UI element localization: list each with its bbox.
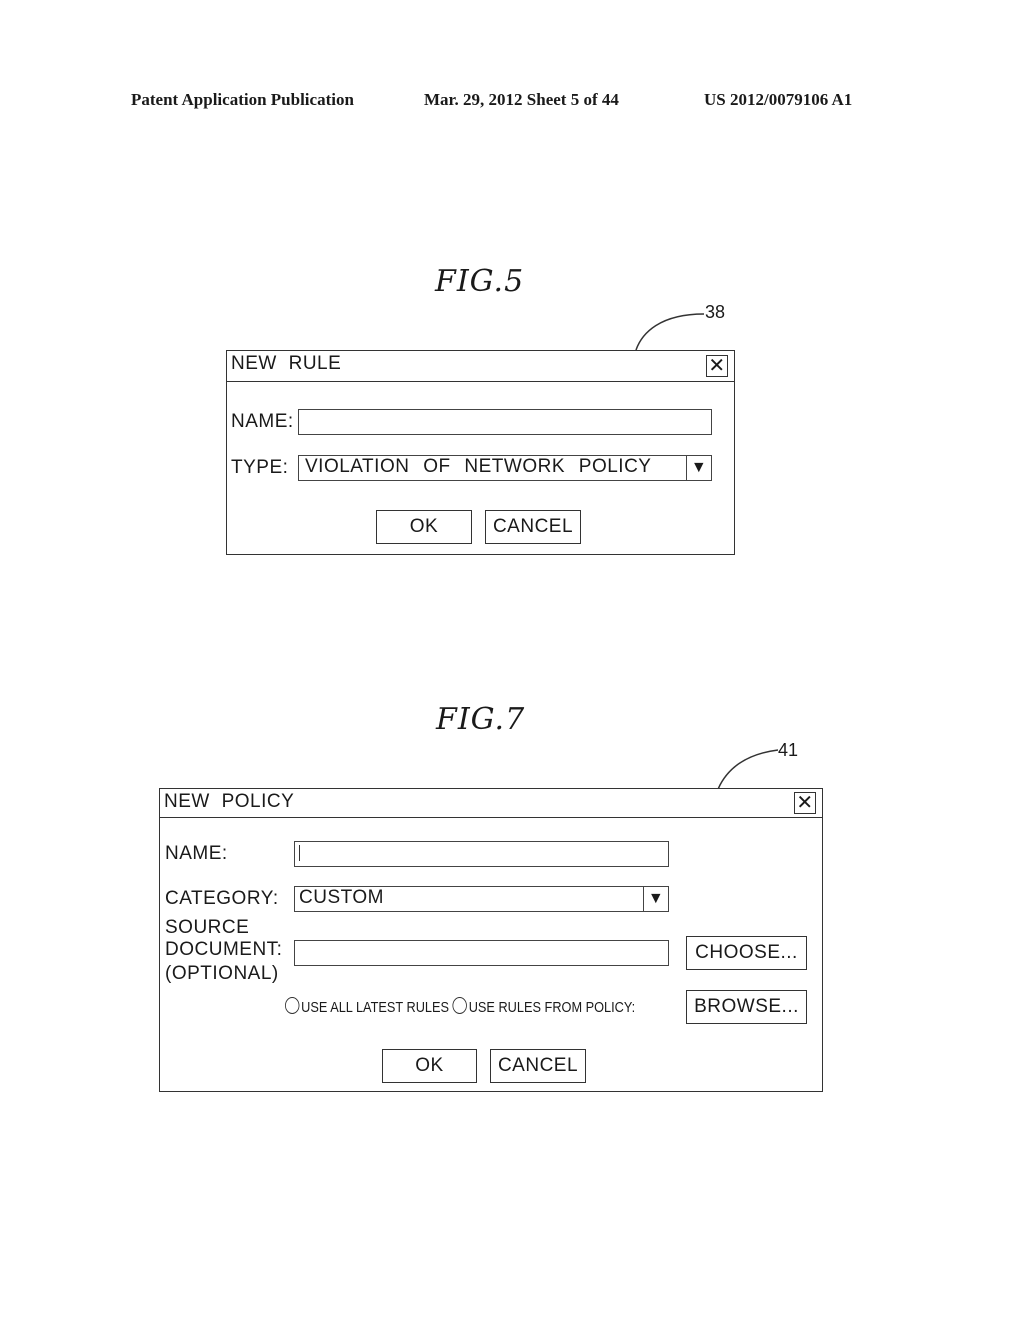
chevron-down-icon[interactable]: ▼ (643, 887, 668, 911)
dialog-titlebar: NEW RULE ✕ (227, 351, 734, 382)
category-selected-value: CUSTOM (299, 887, 384, 908)
choose-button[interactable]: CHOOSE... (686, 936, 807, 970)
name-label: NAME: (165, 843, 228, 864)
publication-number: US 2012/0079106 A1 (704, 90, 853, 109)
cancel-button[interactable]: CANCEL (490, 1049, 586, 1083)
radio-use-all-latest-rules[interactable] (285, 997, 300, 1014)
radio-use-rules-from-policy[interactable] (452, 997, 468, 1014)
dialog-titlebar: NEW POLICY ✕ (160, 789, 822, 818)
close-icon: ✕ (708, 355, 726, 377)
date-sheet-label: Mar. 29, 2012 Sheet 5 of 44 (424, 90, 619, 109)
type-select[interactable]: VIOLATION OF NETWORK POLICY ▼ (298, 455, 712, 481)
category-label: CATEGORY: (165, 888, 279, 909)
name-label: NAME: (231, 411, 294, 432)
name-input[interactable] (294, 841, 669, 867)
cancel-button[interactable]: CANCEL (485, 510, 581, 544)
close-button[interactable]: ✕ (706, 355, 728, 377)
figure-5-caption: FIG.5 (435, 264, 525, 299)
source-document-label-line1: SOURCE (165, 917, 250, 938)
ok-button[interactable]: OK (382, 1049, 477, 1083)
page-header: Patent Application Publication Mar. 29, … (0, 90, 1024, 112)
figure-5-leader-line (635, 313, 705, 351)
source-document-input[interactable] (294, 940, 669, 966)
type-selected-value: VIOLATION OF NETWORK POLICY (305, 456, 652, 477)
dialog-title: NEW POLICY (164, 791, 295, 812)
chevron-down-icon[interactable]: ▼ (686, 456, 711, 480)
figure-7-caption: FIG.7 (436, 702, 526, 737)
ok-button[interactable]: OK (376, 510, 472, 544)
radio-use-rules-from-policy-label: USE RULES FROM POLICY: (468, 999, 636, 1016)
name-input[interactable] (298, 409, 712, 435)
rules-source-radio-group: USE ALL LATEST RULES USE RULES FROM POLI… (285, 997, 635, 1016)
new-rule-dialog: NEW RULE ✕ NAME: TYPE: VIOLATION OF NETW… (226, 350, 735, 555)
dialog-title: NEW RULE (231, 353, 342, 374)
new-policy-dialog: NEW POLICY ✕ NAME: CATEGORY: CUSTOM ▼ SO… (159, 788, 823, 1092)
category-select[interactable]: CUSTOM ▼ (294, 886, 669, 912)
radio-use-all-latest-rules-label: USE ALL LATEST RULES (301, 999, 450, 1016)
source-document-label-line3: (OPTIONAL) (165, 963, 279, 984)
text-cursor (299, 845, 300, 861)
type-label: TYPE: (231, 457, 289, 478)
browse-button[interactable]: BROWSE... (686, 990, 807, 1024)
close-button[interactable]: ✕ (794, 792, 816, 814)
publication-label: Patent Application Publication (131, 90, 354, 109)
close-icon: ✕ (796, 792, 814, 814)
source-document-label-line2: DOCUMENT: (165, 939, 283, 960)
